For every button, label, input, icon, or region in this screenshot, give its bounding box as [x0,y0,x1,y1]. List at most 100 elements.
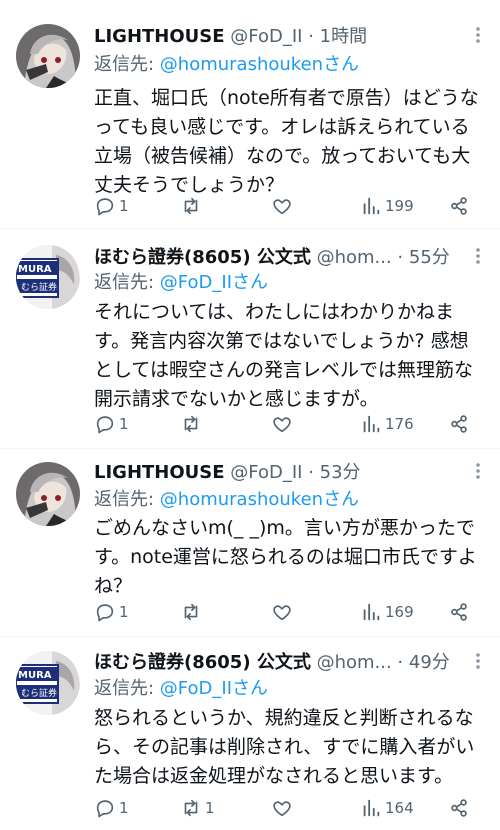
share-icon [451,197,467,215]
retweet-button[interactable] [180,412,205,436]
logo-sub: むら証券 [21,281,57,293]
tweet-header: LIGHTHOUSE @FoD_II · 1時間 [94,24,486,50]
share-button[interactable] [448,412,470,436]
user-handle[interactable]: @hom... [317,652,392,673]
reply-context: 返信先: @homurashoukenさん [94,487,486,513]
views-icon [363,415,380,433]
logo-text: MURA [18,670,52,681]
user-handle[interactable]: @FoD_II [230,462,302,483]
display-name[interactable]: ほむら證券(8605) 公文式 [94,652,311,673]
reply-prefix: 返信先: [94,678,160,699]
reply-count: 1 [119,415,129,433]
views-icon [363,197,380,215]
share-icon [451,799,467,817]
reply-count: 1 [119,799,129,817]
anime-avatar-icon [16,462,80,526]
reply-icon [96,800,114,818]
tweet-header: LIGHTHOUSE @FoD_II · 53分 [94,460,486,486]
reply-context: 返信先: @FoD_IIさん [94,676,486,702]
retweet-button[interactable]: 1 [180,796,215,820]
more-icon[interactable] [468,652,488,678]
tweet-header: ほむら證券(8605) 公文式 @hom... · 49分 [94,650,486,676]
retweet-icon [184,197,198,215]
timestamp[interactable]: · 53分 [308,462,360,483]
tweet-text: それについては、わたしにはわかりかねます。発言内容次第ではないでしょうか? 感想… [94,301,474,410]
logo-sub: むら証券 [21,687,57,699]
tweet-text: 怒られるというか、規約違反と判断されるなら、その記事は削除され、すでに購入者がい… [94,707,475,787]
share-button[interactable] [448,600,470,624]
avatar[interactable]: MURA むら証券 [16,651,80,715]
action-bar: 1 169 [94,600,484,624]
reply-count: 1 [119,197,129,215]
reply-button[interactable]: 1 [94,600,129,624]
retweet-button[interactable] [180,600,205,624]
timestamp[interactable]: · 1時間 [308,26,367,47]
tweet[interactable]: LIGHTHOUSE @FoD_II · 53分 返信先: @homurasho… [0,449,500,636]
like-icon [273,605,291,621]
reply-count: 1 [119,603,129,621]
views-button[interactable]: 164 [360,796,414,820]
avatar[interactable] [16,462,80,526]
reply-prefix: 返信先: [94,272,160,293]
user-handle[interactable]: @FoD_II [230,26,302,47]
tweet[interactable]: LIGHTHOUSE @FoD_II · 1時間 返信先: @homurasho… [0,0,500,228]
reply-button[interactable]: 1 [94,194,129,218]
views-count: 169 [385,603,414,621]
display-name[interactable]: LIGHTHOUSE [94,462,225,483]
like-button[interactable] [271,412,293,436]
brand-avatar-icon: MURA むら証券 [16,245,80,309]
share-icon [451,415,467,433]
more-icon[interactable] [468,462,488,488]
avatar[interactable] [16,24,80,88]
reply-context: 返信先: @homurashoukenさん [94,52,486,78]
tweet[interactable]: MURA むら証券 ほむら證券(8605) 公文式 @hom... · 55分 … [0,229,500,448]
tweet[interactable]: MURA むら証券 ほむら證券(8605) 公文式 @hom... · 49分 … [0,637,500,830]
reply-icon [96,416,114,434]
brand-avatar-icon: MURA むら証券 [16,651,80,715]
views-count: 199 [385,197,414,215]
like-icon [273,417,291,433]
anime-avatar-icon [16,24,80,88]
views-icon [363,603,380,621]
action-bar: 1 176 [94,412,484,436]
action-bar: 1 1 164 [94,796,484,820]
timestamp[interactable]: · 55分 [397,247,449,268]
avatar[interactable]: MURA むら証券 [16,245,80,309]
reply-button[interactable]: 1 [94,412,129,436]
retweet-icon [184,415,198,433]
user-handle[interactable]: @hom... [317,247,392,268]
reply-to-link[interactable]: @homurashoukenさん [160,54,359,75]
reply-button[interactable]: 1 [94,796,129,820]
reply-prefix: 返信先: [94,54,160,75]
timestamp[interactable]: · 49分 [397,652,449,673]
share-button[interactable] [448,796,470,820]
like-button[interactable] [271,796,293,820]
more-icon[interactable] [468,26,488,52]
reply-icon [96,604,114,622]
tweet-text: ごめんなさいm(_ _)m。言い方が悪かったです。note運営に怒られるのは堀口… [94,517,477,597]
tweet-text: 正直、堀口氏（note所有者で原告）はどうなっても良い感じです。オレは訴えられて… [94,87,479,196]
share-icon [451,603,467,621]
retweet-icon [184,603,198,621]
retweet-button[interactable] [180,194,205,218]
display-name[interactable]: LIGHTHOUSE [94,26,225,47]
reply-prefix: 返信先: [94,489,160,510]
reply-to-link[interactable]: @FoD_IIさん [160,678,268,699]
reply-to-link[interactable]: @homurashoukenさん [160,489,359,510]
reply-context: 返信先: @FoD_IIさん [94,270,486,296]
like-icon [273,801,291,817]
views-count: 176 [385,415,414,433]
like-icon [273,199,291,215]
share-button[interactable] [448,194,470,218]
views-button[interactable]: 169 [360,600,414,624]
views-button[interactable]: 176 [360,412,414,436]
retweet-icon [184,799,198,817]
like-button[interactable] [271,600,293,624]
views-count: 164 [385,799,414,817]
reply-to-link[interactable]: @FoD_IIさん [160,272,268,293]
action-bar: 1 199 [94,194,484,218]
views-button[interactable]: 199 [360,194,414,218]
like-button[interactable] [271,194,293,218]
logo-text: MURA [18,264,52,275]
display-name[interactable]: ほむら證券(8605) 公文式 [94,247,311,268]
